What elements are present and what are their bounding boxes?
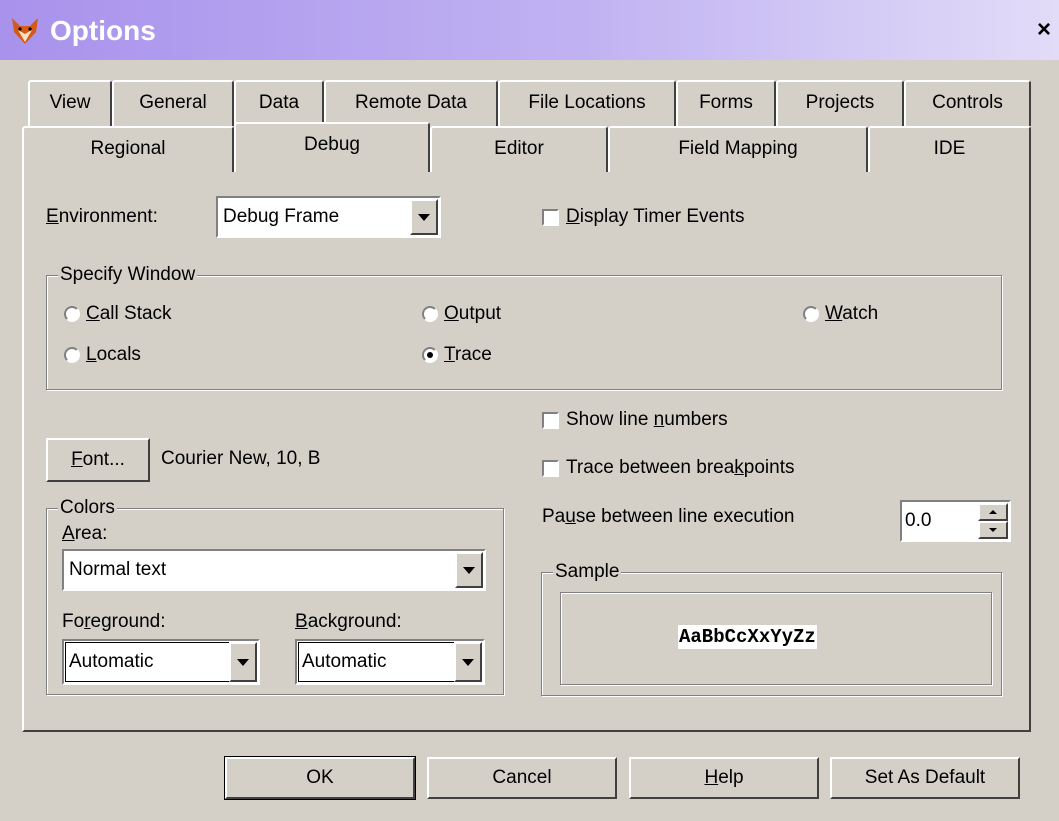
tab-controls[interactable]: Controls [904,80,1031,126]
area-value: Normal text [69,559,167,580]
foreground-label: Foreground: [62,611,166,632]
tab-field-mapping[interactable]: Field Mapping [608,126,868,172]
specify-window-legend: Specify Window [58,264,198,286]
display-timer-events-label[interactable]: Display Timer Events [566,205,744,229]
environment-label: Environment: [46,206,158,227]
radio-locals-label[interactable]: Locals [86,343,141,367]
pause-spinner[interactable]: 0.0 [900,500,1011,542]
pause-label: Pause between line execution [542,506,795,527]
background-label: Background: [295,611,402,632]
show-line-numbers-label[interactable]: Show line numbers [566,408,728,432]
tab-forms[interactable]: Forms [676,80,776,126]
tab-file-locations[interactable]: File Locations [498,80,676,126]
window-title: Options [50,15,156,46]
specify-window-group [46,275,1002,390]
radio-call-stack-label[interactable]: Call Stack [86,302,172,326]
display-timer-events-checkbox[interactable] [542,209,559,226]
tab-regional[interactable]: Regional [22,126,234,172]
fox-icon [12,18,38,44]
close-button[interactable]: × [1031,17,1057,43]
sample-text: AaBbCcXxYyZz [678,625,817,649]
chevron-down-icon[interactable] [229,642,257,682]
tab-view[interactable]: View [28,80,112,126]
area-select[interactable]: Normal text [62,549,486,591]
show-line-numbers-checkbox[interactable] [542,412,559,429]
trace-between-breakpoints-checkbox[interactable] [542,460,559,477]
set-as-default-button[interactable]: Set As Default [830,757,1020,799]
ok-button[interactable]: OK [224,756,416,800]
area-label: Area: [62,523,108,544]
tab-remote-data[interactable]: Remote Data [324,80,498,126]
font-description: Courier New, 10, B [161,448,321,469]
font-button[interactable]: Font... [46,438,150,482]
environment-value: Debug Frame [223,206,340,227]
radio-output[interactable] [422,306,438,322]
tab-data[interactable]: Data [234,80,324,126]
chevron-down-icon[interactable] [410,199,438,235]
radio-call-stack[interactable] [64,306,80,322]
colors-legend: Colors [58,497,117,519]
radio-locals[interactable] [64,347,80,363]
radio-trace[interactable] [422,347,438,363]
tab-general[interactable]: General [112,80,234,126]
radio-watch[interactable] [803,306,819,322]
help-button[interactable]: Help [629,757,819,799]
foreground-value: Automatic [69,651,154,672]
title-bar[interactable] [0,0,1059,60]
trace-between-breakpoints-label[interactable]: Trace between breakpoints [566,456,795,480]
background-value: Automatic [302,651,387,672]
background-select[interactable]: Automatic [295,639,485,685]
radio-output-label[interactable]: Output [444,302,501,326]
pause-value: 0.0 [905,510,932,531]
spin-up-button[interactable] [978,503,1008,521]
environment-select[interactable]: Debug Frame [216,196,441,238]
arrow-up-icon [989,510,997,514]
chevron-down-icon[interactable] [455,552,483,588]
tab-projects[interactable]: Projects [776,80,904,126]
foreground-select[interactable]: Automatic [62,639,260,685]
sample-preview: AaBbCcXxYyZz [560,592,992,685]
tab-ide[interactable]: IDE [868,126,1031,172]
arrow-down-icon [989,528,997,532]
radio-trace-label[interactable]: Trace [444,343,492,367]
tab-debug[interactable]: Debug [234,122,430,172]
cancel-button[interactable]: Cancel [427,757,617,799]
spin-down-button[interactable] [978,521,1008,539]
tab-editor[interactable]: Editor [430,126,608,172]
sample-legend: Sample [553,561,622,583]
chevron-down-icon[interactable] [454,642,482,682]
radio-watch-label[interactable]: Watch [825,302,878,326]
